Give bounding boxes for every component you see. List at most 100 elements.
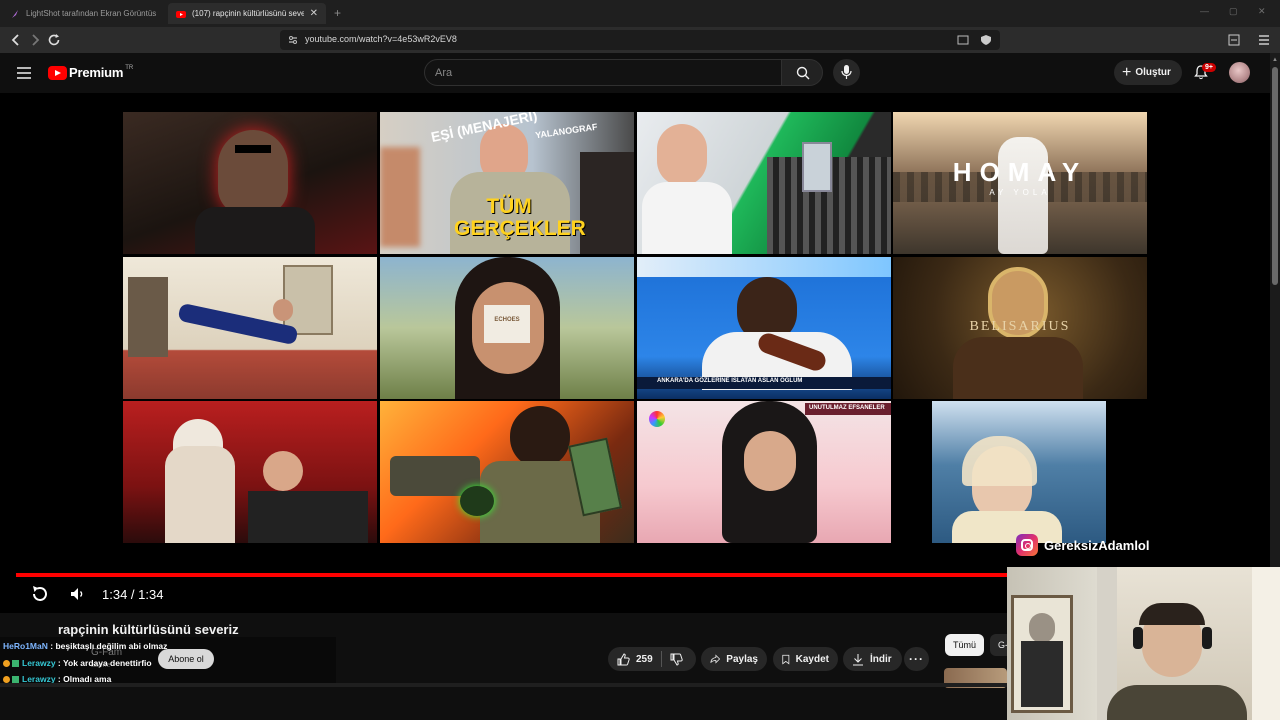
forward-icon[interactable] <box>27 32 43 48</box>
filter-chip-all[interactable]: Tümü <box>945 634 985 656</box>
thumbnail-text: YALANOGRAF <box>534 121 599 141</box>
new-tab-icon[interactable]: + <box>334 6 341 20</box>
like-dislike-group[interactable]: 259 <box>608 647 696 671</box>
chat-text: : Yok ardaya denettirfio <box>57 658 152 668</box>
share-icon <box>710 654 721 664</box>
subscribe-button[interactable]: Abone ol <box>158 649 214 669</box>
microphone-icon <box>841 65 852 79</box>
collage-thumbnail: BELISARIUS <box>893 257 1147 399</box>
back-icon[interactable] <box>8 32 24 48</box>
collage-thumbnail: ECHOES <box>380 257 634 399</box>
thumbs-up-icon[interactable] <box>617 652 630 666</box>
badge-icon <box>12 660 19 667</box>
youtube-premium-logo[interactable]: Premium TR <box>48 65 133 80</box>
feather-icon <box>12 9 18 18</box>
horizontal-scrollbar[interactable] <box>0 683 1007 687</box>
chat-message: Lerawzy : Yok ardaya denettirfio <box>3 658 152 668</box>
download-label: İndir <box>870 653 892 665</box>
download-button[interactable]: İndir <box>843 647 902 671</box>
search-button[interactable] <box>781 59 823 86</box>
thumbnail-ticker-text: ANKARA'DA GÖZLERİNE ISLATAN ASLAN OĞLUM <box>657 378 803 384</box>
tab-label: LightShot tarafından Ekran Görüntüsü <box>26 9 156 18</box>
chat-username: HeRo1MaN <box>3 641 48 651</box>
instagram-handle: GereksizAdamlol <box>1044 537 1150 553</box>
browser-tab-youtube[interactable]: (107) rapçinin kültürlüsünü sever ✕ <box>168 3 326 24</box>
close-tab-icon[interactable]: ✕ <box>310 8 318 19</box>
thumbnail-text: ECHOES <box>494 317 520 323</box>
browser-tab-bar: LightShot tarafından Ekran Görüntüsü (10… <box>0 0 1280 27</box>
reload-icon[interactable] <box>46 32 62 48</box>
collage-thumbnail: EŞİ (MENAJERİ) YALANOGRAF TÜM GERÇEKLER <box>380 112 634 254</box>
youtube-play-icon <box>48 65 67 80</box>
collage-thumbnail: UNUTULMAZ EFSANELER <box>637 401 891 543</box>
more-actions-button[interactable]: ··· <box>904 647 929 671</box>
share-label: Paylaş <box>726 653 758 665</box>
thumbnail-title: HOMAY <box>952 157 1088 187</box>
collage-thumbnail <box>637 112 891 254</box>
collage-thumbnail <box>123 401 377 543</box>
create-button[interactable]: + Oluştur <box>1114 60 1182 85</box>
browser-tab-lightshot[interactable]: LightShot tarafından Ekran Görüntüsü <box>2 3 164 24</box>
save-label: Kaydet <box>795 653 829 665</box>
instagram-handle-overlay: GereksizAdamlol <box>1016 534 1150 556</box>
divider <box>660 651 662 667</box>
site-settings-icon[interactable] <box>287 34 299 46</box>
create-label: Oluştur <box>1135 67 1171 78</box>
scroll-up-arrow-icon[interactable]: ▲ <box>1272 57 1278 63</box>
download-icon <box>853 653 863 665</box>
collage-thumbnail <box>123 112 377 254</box>
youtube-icon <box>176 10 186 18</box>
hamburger-menu-icon[interactable] <box>17 67 31 79</box>
thumbs-down-icon[interactable] <box>670 653 683 666</box>
maximize-icon[interactable]: ▢ <box>1229 6 1238 17</box>
plus-icon: + <box>1122 63 1132 81</box>
search-input[interactable] <box>425 60 781 85</box>
menu-icon[interactable] <box>1256 32 1272 48</box>
chat-message: HeRo1MaN : beşiktaşlı değilim abi olmaz <box>3 641 167 651</box>
collage-thumbnail <box>932 401 1106 543</box>
youtube-header: Premium TR + Oluştur 9+ <box>0 53 1270 93</box>
voice-search-button[interactable] <box>833 59 860 86</box>
collage-thumbnail <box>123 257 377 399</box>
close-window-icon[interactable]: ✕ <box>1258 6 1266 17</box>
browser-nav-bar: youtube.com/watch?v=4e53wR2vEV8 <box>0 27 1280 53</box>
thumbnail-text: TÜM GERÇEKLER <box>454 195 586 240</box>
reader-icon[interactable] <box>1226 32 1242 48</box>
collage-thumbnail: HOMAY AY YOLA <box>893 112 1147 254</box>
like-count: 259 <box>636 653 653 665</box>
bookmark-icon <box>782 654 790 664</box>
badge-icon <box>3 676 10 683</box>
address-bar[interactable]: youtube.com/watch?v=4e53wR2vEV8 <box>280 30 1000 50</box>
logo-text: Premium <box>69 65 124 80</box>
time-display: 1:34 / 1:34 <box>102 587 164 602</box>
minimize-icon[interactable]: — <box>1200 6 1209 16</box>
video-title: rapçinin kültürlüsünü severiz <box>58 622 239 637</box>
tab-label: (107) rapçinin kültürlüsünü sever <box>192 9 304 18</box>
search-icon <box>796 66 810 80</box>
search-box[interactable] <box>424 59 782 86</box>
badge-icon <box>3 660 10 667</box>
account-avatar[interactable] <box>1229 62 1250 83</box>
badge-icon <box>12 676 19 683</box>
share-button[interactable]: Paylaş <box>701 647 767 671</box>
thumbnail-subtitle: AY YOLA <box>989 188 1051 197</box>
notification-count-badge: 9+ <box>1202 63 1216 72</box>
replay-icon[interactable] <box>29 584 49 604</box>
collage-thumbnail <box>380 401 634 543</box>
shield-icon[interactable] <box>979 33 993 47</box>
more-horizontal-icon: ··· <box>909 652 924 666</box>
instagram-icon <box>1016 534 1038 556</box>
url-text: youtube.com/watch?v=4e53wR2vEV8 <box>305 34 457 44</box>
progress-played[interactable] <box>16 573 1031 577</box>
region-code: TR <box>125 64 134 71</box>
cast-icon[interactable] <box>956 33 970 47</box>
scrollbar-thumb[interactable] <box>1272 67 1278 285</box>
collage-thumbnail: ANKARA'DA GÖZLERİNE ISLATAN ASLAN OĞLUM <box>637 257 891 399</box>
chat-text: : beşiktaşlı değilim abi olmaz <box>50 641 168 651</box>
chat-username: Lerawzy <box>22 658 56 668</box>
volume-icon[interactable] <box>70 587 86 601</box>
thumbnail-text: UNUTULMAZ EFSANELER <box>809 405 885 411</box>
webcam-overlay <box>1007 567 1280 720</box>
thumbnail-title: BELISARIUS <box>969 319 1071 334</box>
save-button[interactable]: Kaydet <box>773 647 838 671</box>
